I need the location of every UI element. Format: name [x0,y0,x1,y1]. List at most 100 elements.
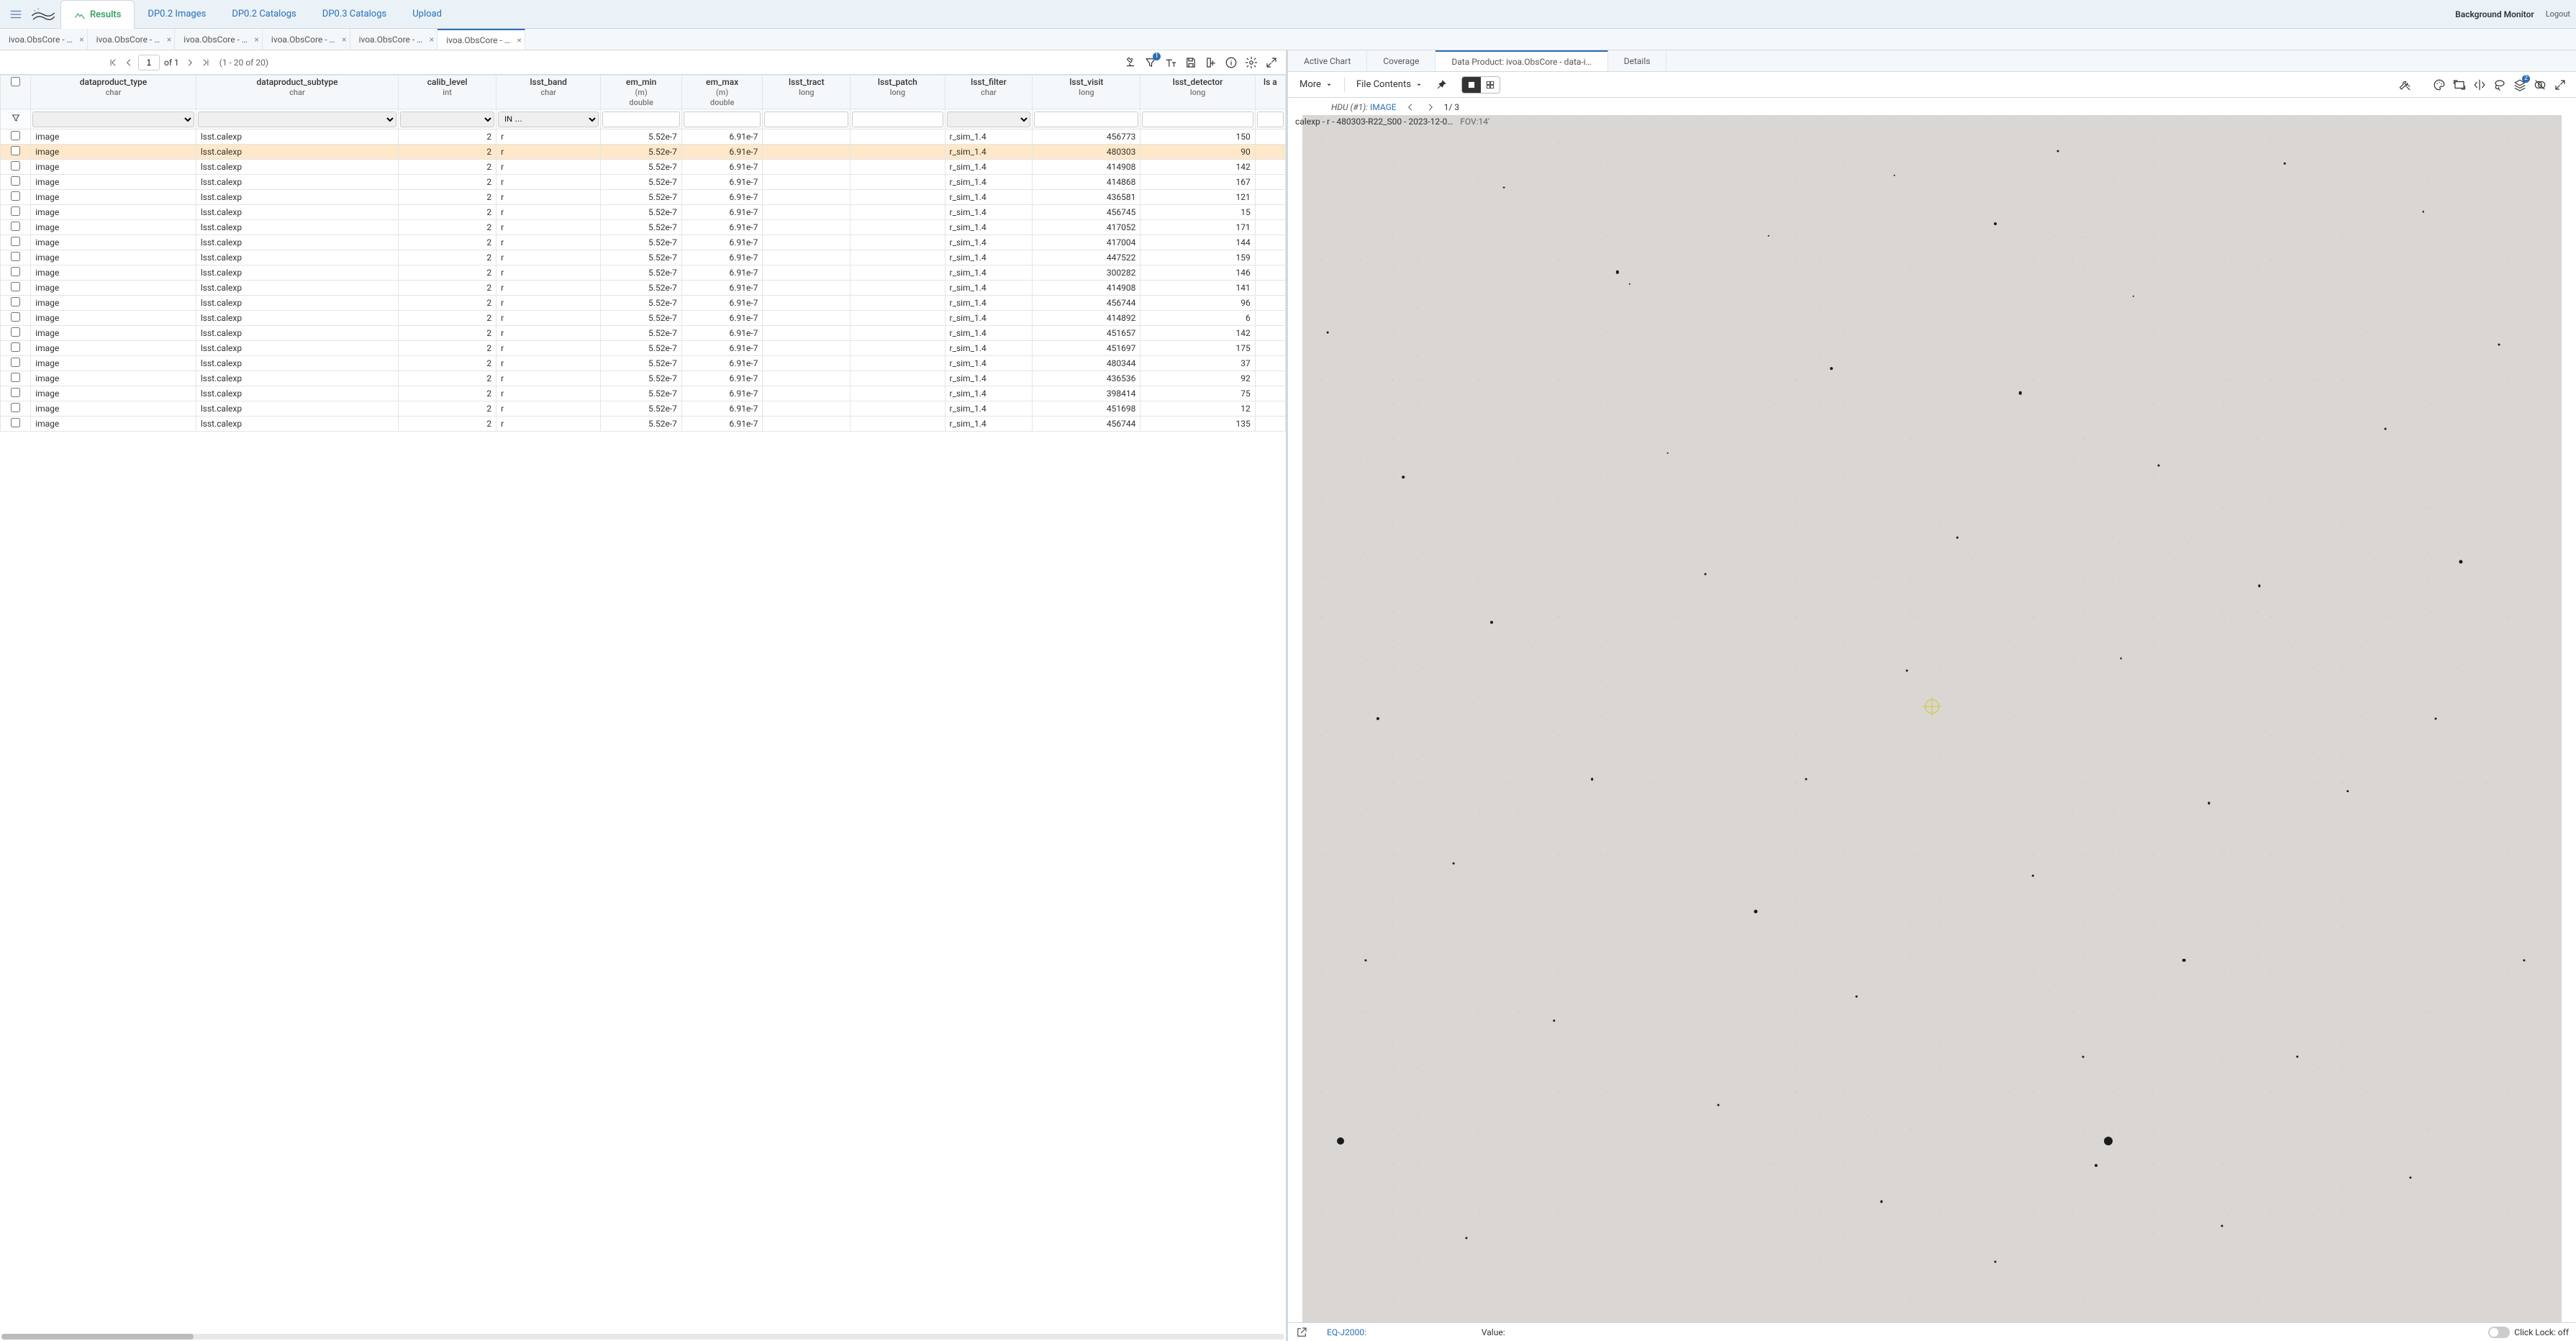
prev-page-icon[interactable] [122,56,135,69]
click-lock-toggle[interactable]: Click Lock: off [2488,1327,2569,1338]
filter-em_min[interactable] [602,112,680,127]
nav-tab-upload[interactable]: Upload [399,0,455,28]
col-calib_level[interactable]: calib_levelint [399,76,496,109]
last-page-icon[interactable] [199,56,212,69]
add-column-icon[interactable] [1202,54,1220,71]
query-tab-4[interactable]: ivoa.ObsCore - …× [350,29,438,50]
row-checkbox[interactable] [11,267,20,276]
logout-link[interactable]: Logout [2546,9,2570,19]
row-checkbox[interactable] [11,191,20,201]
row-checkbox[interactable] [11,161,20,171]
image-viewport[interactable] [1302,115,2562,1322]
tools-icon[interactable] [2396,76,2413,94]
col-lsst_patch[interactable]: lsst_patchlong [851,76,945,109]
single-view-icon[interactable] [1462,77,1481,93]
query-tab-3[interactable]: ivoa.ObsCore - …× [263,29,350,50]
row-checkbox[interactable] [11,252,20,261]
expand-viewer-icon[interactable] [2552,76,2569,94]
popout-icon[interactable] [1295,1326,1308,1339]
row-checkbox[interactable] [11,342,20,352]
table-row[interactable]: imagelsst.calexp2r5.52e-76.91e-7r_sim_1.… [1,371,1286,386]
query-tab-1[interactable]: ivoa.ObsCore - …× [88,29,176,50]
table-row[interactable]: imagelsst.calexp2r5.52e-76.91e-7r_sim_1.… [1,235,1286,250]
table-row[interactable]: imagelsst.calexp2r5.52e-76.91e-7r_sim_1.… [1,296,1286,311]
row-checkbox[interactable] [11,222,20,231]
info-icon[interactable] [1223,54,1240,71]
hdu-next-icon[interactable] [1424,101,1437,114]
next-page-icon[interactable] [183,56,196,69]
more-menu[interactable]: More [1295,76,1337,93]
settings-icon[interactable] [1243,54,1260,71]
col-lsst_tract[interactable]: lsst_tractlong [763,76,851,109]
viewer-tab-0[interactable]: Active Chart [1288,50,1367,71]
row-checkbox[interactable] [11,403,20,412]
filter-row-icon[interactable] [11,113,21,123]
row-checkbox[interactable] [11,388,20,397]
row-checkbox[interactable] [11,373,20,382]
viewer-tab-2[interactable]: Data Product: ivoa.ObsCore - data-i… [1436,50,1607,71]
filter-icon[interactable]: 1 [1142,54,1159,71]
color-palette-icon[interactable] [2431,76,2448,94]
table-row[interactable]: imagelsst.calexp2r5.52e-76.91e-7r_sim_1.… [1,356,1286,371]
close-icon[interactable]: × [79,35,83,45]
nav-tab-dp0-2-images[interactable]: DP0.2 Images [135,0,219,28]
col-lsst_band[interactable]: lsst_bandchar [496,76,601,109]
flip-icon[interactable] [2471,76,2488,94]
mask-icon[interactable] [2531,76,2549,94]
table-row[interactable]: imagelsst.calexp2r5.52e-76.91e-7r_sim_1.… [1,190,1286,205]
table-row[interactable]: imagelsst.calexp2r5.52e-76.91e-7r_sim_1.… [1,265,1286,281]
save-icon[interactable] [1182,54,1199,71]
filter-lsst_detector[interactable] [1142,112,1253,127]
microscope-icon[interactable] [1122,54,1139,71]
close-icon[interactable]: × [430,35,434,45]
filter-em_max[interactable] [684,112,761,127]
row-checkbox[interactable] [11,418,20,427]
table-row[interactable]: imagelsst.calexp2r5.52e-76.91e-7r_sim_1.… [1,205,1286,220]
expand-icon[interactable] [1263,54,1280,71]
table-row[interactable]: imagelsst.calexp2r5.52e-76.91e-7r_sim_1.… [1,281,1286,296]
grid-view-icon[interactable] [1481,77,1500,93]
layers-icon[interactable]: 2 [2511,76,2529,94]
col-lsst_filter[interactable]: lsst_filterchar [945,76,1033,109]
row-checkbox[interactable] [11,312,20,322]
col-lsst_detector[interactable]: lsst_detectorlong [1140,76,1255,109]
filter-lsst_tract[interactable] [764,112,848,127]
view-mode-toggle[interactable] [1461,76,1500,94]
row-checkbox[interactable] [11,131,20,140]
query-tab-5[interactable]: ivoa.ObsCore - …× [437,29,525,50]
filter-ls a[interactable] [1257,112,1284,127]
row-checkbox[interactable] [11,206,20,216]
close-icon[interactable]: × [517,35,521,45]
row-checkbox[interactable] [11,282,20,291]
menu-icon[interactable] [6,4,26,24]
hdu-prev-icon[interactable] [1404,101,1417,114]
query-tab-2[interactable]: ivoa.ObsCore - …× [175,29,263,50]
lasso-icon[interactable] [2491,76,2508,94]
query-tab-0[interactable]: ivoa.ObsCore - …× [0,29,88,50]
select-all-checkbox[interactable] [11,77,20,86]
filter-calib_level[interactable] [400,112,494,127]
close-icon[interactable]: × [342,35,346,45]
file-contents-menu[interactable]: File Contents [1352,76,1427,93]
table-row[interactable]: imagelsst.calexp2r5.52e-76.91e-7r_sim_1.… [1,129,1286,145]
col-em_max[interactable]: em_max(m)double [681,76,763,109]
col-lsst_visit[interactable]: lsst_visitlong [1033,76,1140,109]
filter-dataproduct_subtype[interactable] [198,112,396,127]
table-row[interactable]: imagelsst.calexp2r5.52e-76.91e-7r_sim_1.… [1,326,1286,341]
zoom-fit-icon[interactable] [2451,76,2468,94]
text-options-icon[interactable] [1162,54,1179,71]
table-row[interactable]: imagelsst.calexp2r5.52e-76.91e-7r_sim_1.… [1,220,1286,235]
filter-lsst_band[interactable]: IN … [498,112,599,127]
page-input[interactable] [138,55,160,71]
table-row[interactable]: imagelsst.calexp2r5.52e-76.91e-7r_sim_1.… [1,417,1286,432]
nav-tab-dp0-2-catalogs[interactable]: DP0.2 Catalogs [219,0,309,28]
row-checkbox[interactable] [11,358,20,367]
close-icon[interactable]: × [167,35,171,45]
table-row[interactable]: imagelsst.calexp2r5.52e-76.91e-7r_sim_1.… [1,175,1286,190]
row-checkbox[interactable] [11,146,20,155]
filter-lsst_patch[interactable] [852,112,943,127]
background-monitor-button[interactable]: Background Monitor [2455,9,2534,19]
table-row[interactable]: imagelsst.calexp2r5.52e-76.91e-7r_sim_1.… [1,386,1286,401]
row-checkbox[interactable] [11,237,20,246]
filter-lsst_filter[interactable] [947,112,1031,127]
